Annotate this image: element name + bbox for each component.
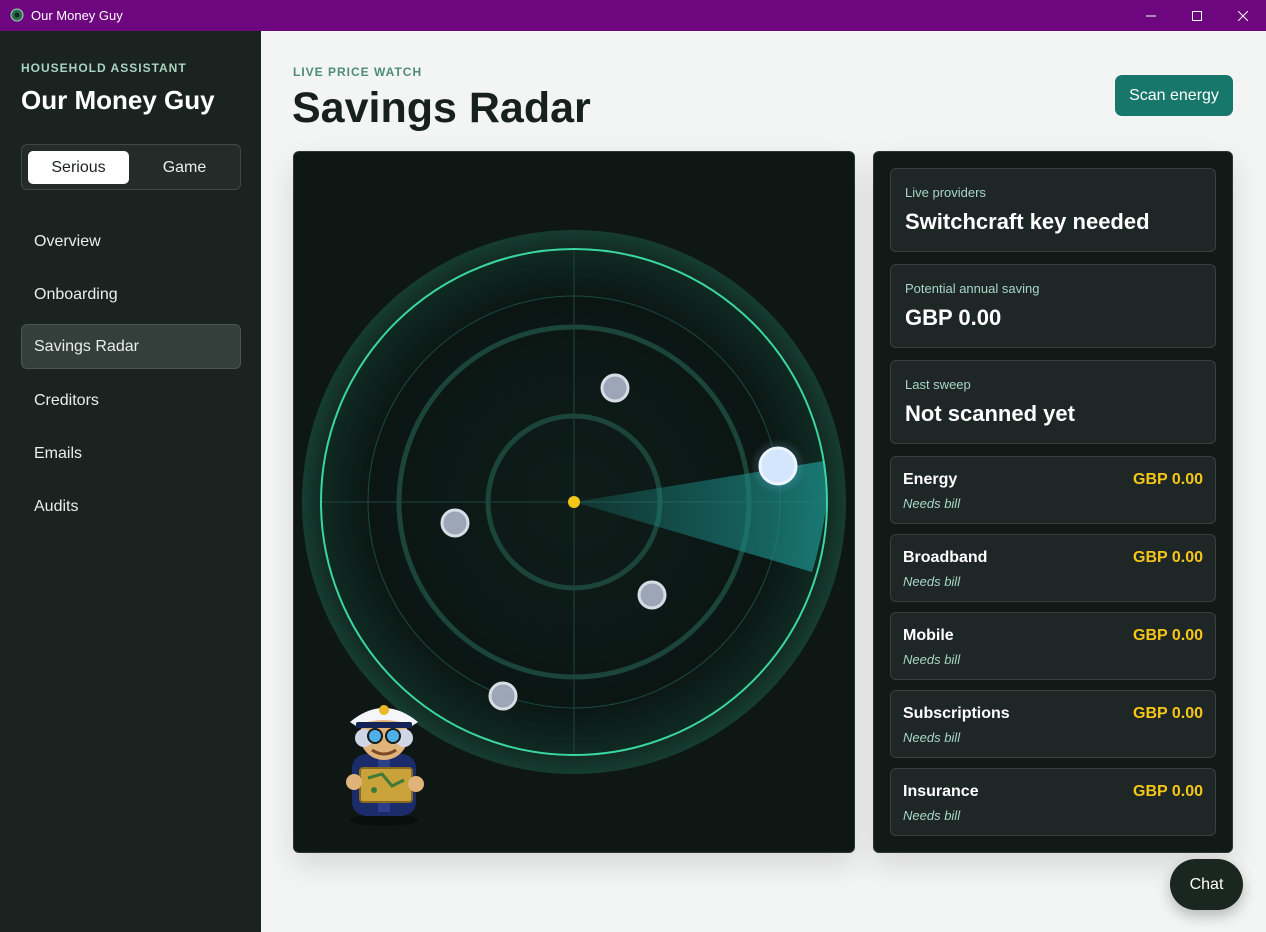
category-name: Mobile <box>903 627 954 644</box>
category-name: Subscriptions <box>903 705 1010 722</box>
category-card-subscriptions[interactable]: Subscriptions GBP 0.00 Needs bill <box>890 690 1216 758</box>
radar-center-dot <box>568 496 580 508</box>
sidebar-item-emails[interactable]: Emails <box>21 431 241 476</box>
stat-card-annual-saving: Potential annual saving GBP 0.00 <box>890 264 1216 348</box>
category-card-mobile[interactable]: Mobile GBP 0.00 Needs bill <box>890 612 1216 680</box>
sidebar: HOUSEHOLD ASSISTANT Our Money Guy Seriou… <box>1 31 261 931</box>
category-card-insurance[interactable]: Insurance GBP 0.00 Needs bill <box>890 768 1216 836</box>
category-status: Needs bill <box>903 652 961 667</box>
close-button[interactable] <box>1220 0 1266 31</box>
mode-game-button[interactable]: Game <box>134 151 235 184</box>
mode-serious-button[interactable]: Serious <box>28 151 129 184</box>
sidebar-item-onboarding[interactable]: Onboarding <box>21 272 241 317</box>
category-status: Needs bill <box>903 574 961 589</box>
stat-label: Last sweep <box>905 377 971 392</box>
radar-blip[interactable] <box>637 580 667 610</box>
stat-value: GBP 0.00 <box>905 305 1002 330</box>
radar-info-panel: Live providers Switchcraft key needed Po… <box>873 151 1233 853</box>
sidebar-item-creditors[interactable]: Creditors <box>21 378 241 423</box>
category-name: Insurance <box>903 783 979 800</box>
main-content: LIVE PRICE WATCH Savings Radar Scan ener… <box>261 31 1266 932</box>
minimize-button[interactable] <box>1128 0 1174 31</box>
mode-toggle: Serious Game <box>21 144 241 190</box>
sidebar-item-audits[interactable]: Audits <box>21 484 241 529</box>
captain-mascot-icon <box>346 705 424 826</box>
stat-label: Live providers <box>905 185 986 200</box>
category-name: Broadband <box>903 549 988 566</box>
sidebar-eyebrow: HOUSEHOLD ASSISTANT <box>21 61 187 75</box>
minimize-icon <box>1146 15 1156 16</box>
chat-button[interactable]: Chat <box>1170 859 1243 910</box>
stat-card-last-sweep: Last sweep Not scanned yet <box>890 360 1216 444</box>
window-titlebar: Our Money Guy <box>0 0 1266 31</box>
category-amount: GBP 0.00 <box>1133 705 1203 722</box>
category-name: Energy <box>903 471 958 488</box>
page-eyebrow: LIVE PRICE WATCH <box>293 65 423 79</box>
stat-label: Potential annual saving <box>905 281 1040 296</box>
sidebar-item-savings-radar[interactable]: Savings Radar <box>21 324 241 369</box>
app-gear-icon <box>10 8 24 22</box>
category-amount: GBP 0.00 <box>1133 627 1203 644</box>
stat-card-live-providers: Live providers Switchcraft key needed <box>890 168 1216 252</box>
radar-blip[interactable] <box>600 373 630 403</box>
category-card-broadband[interactable]: Broadband GBP 0.00 Needs bill <box>890 534 1216 602</box>
stat-value: Not scanned yet <box>905 401 1075 426</box>
category-status: Needs bill <box>903 730 961 745</box>
sidebar-item-overview[interactable]: Overview <box>21 219 241 264</box>
category-amount: GBP 0.00 <box>1133 471 1203 488</box>
category-amount: GBP 0.00 <box>1133 549 1203 566</box>
radar-blip[interactable] <box>440 508 470 538</box>
radar-panel <box>293 151 855 853</box>
category-amount: GBP 0.00 <box>1133 783 1203 800</box>
scan-energy-button[interactable]: Scan energy <box>1115 75 1233 116</box>
window-title: Our Money Guy <box>31 8 123 23</box>
stat-value: Switchcraft key needed <box>905 209 1150 234</box>
close-icon <box>1238 10 1248 21</box>
radar-blip[interactable] <box>488 681 518 711</box>
brand-title: Our Money Guy <box>21 85 215 115</box>
radar-blip-energy[interactable] <box>750 438 806 494</box>
maximize-button[interactable] <box>1174 0 1220 31</box>
category-status: Needs bill <box>903 496 961 511</box>
category-card-energy[interactable]: Energy GBP 0.00 Needs bill <box>890 456 1216 524</box>
page-title: Savings Radar <box>292 84 591 132</box>
category-status: Needs bill <box>903 808 961 823</box>
maximize-icon <box>1192 10 1202 21</box>
